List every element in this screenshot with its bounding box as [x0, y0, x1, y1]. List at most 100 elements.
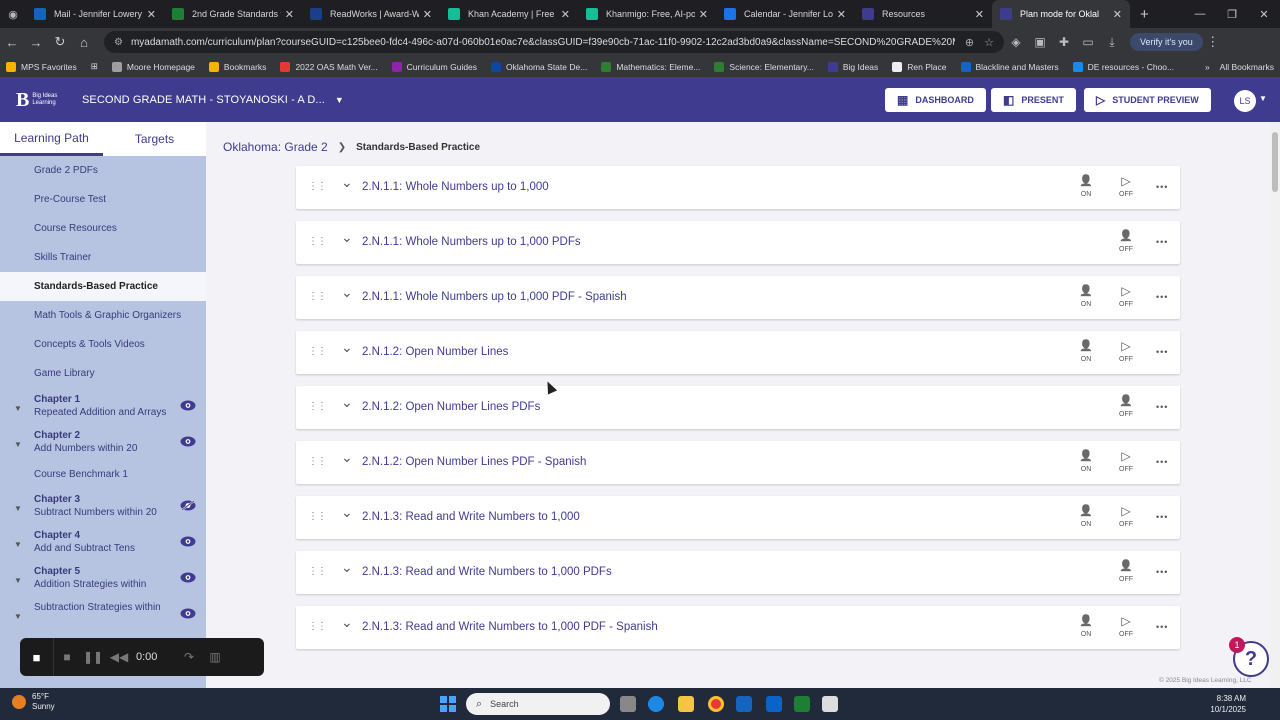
chevron-down-icon[interactable]: ▼: [14, 574, 22, 587]
scrollbar[interactable]: [1270, 122, 1280, 688]
student-access-toggle[interactable]: 👤 ON: [1073, 614, 1099, 638]
sidebar-chapter[interactable]: ▼ Subtraction Strategies within: [0, 596, 206, 621]
practice-row[interactable]: ⋮⋮ ⌄ 2.N.1.2: Open Number Lines 👤 ON ▷ OFF •••: [296, 331, 1180, 374]
drag-handle-icon[interactable]: ⋮⋮: [308, 291, 327, 302]
practice-title[interactable]: 2.N.1.3: Read and Write Numbers to 1,000…: [362, 566, 612, 578]
student-access-toggle[interactable]: 👤 ON: [1073, 174, 1099, 198]
dashboard-button[interactable]: ▦ DASHBOARD: [885, 88, 986, 112]
sidebar-chapter[interactable]: ▼ Chapter 4 Add and Subtract Tens: [0, 524, 206, 560]
chevron-down-icon[interactable]: ▼: [14, 438, 22, 451]
camera-icon[interactable]: ■: [20, 638, 54, 676]
windows-start-icon[interactable]: [440, 696, 456, 712]
browser-tab[interactable]: Mail - Jennifer Lowery - O ✕: [26, 0, 164, 28]
more-options-icon[interactable]: •••: [1156, 622, 1168, 632]
browser-menu-icon[interactable]: ⋮: [1203, 34, 1223, 50]
stop-icon[interactable]: ■: [54, 650, 80, 664]
browser-tab[interactable]: Khan Academy | Free O ✕: [440, 0, 578, 28]
bookmark-item[interactable]: Moore Homepage: [111, 61, 195, 72]
eye-icon[interactable]: [180, 608, 196, 619]
chevron-down-icon[interactable]: ⌄: [341, 559, 353, 576]
all-bookmarks[interactable]: » All Bookmarks: [1205, 62, 1274, 72]
clock[interactable]: 8:38 AM 10/1/2025: [1206, 693, 1246, 715]
student-access-toggle[interactable]: 👤 ON: [1073, 339, 1099, 363]
practice-title[interactable]: 2.N.1.1: Whole Numbers up to 1,000: [362, 181, 549, 193]
practice-title[interactable]: 2.N.1.3: Read and Write Numbers to 1,000: [362, 511, 580, 523]
trash-icon[interactable]: ▥: [202, 650, 228, 664]
word-icon[interactable]: [736, 696, 752, 712]
drag-handle-icon[interactable]: ⋮⋮: [308, 456, 327, 467]
site-info-icon[interactable]: ⚙: [114, 37, 123, 48]
drag-handle-icon[interactable]: ⋮⋮: [308, 401, 327, 412]
chevron-down-icon[interactable]: ▼: [14, 402, 22, 415]
close-tab-icon[interactable]: ✕: [285, 8, 294, 21]
tab-targets[interactable]: Targets: [103, 122, 206, 156]
weather-widget[interactable]: 65°F Sunny: [12, 692, 55, 712]
chevron-down-icon[interactable]: ⌄: [341, 339, 353, 356]
sidebar-item[interactable]: Standards-Based Practice: [0, 272, 206, 301]
forward-icon[interactable]: →: [24, 35, 48, 50]
bookmark-item[interactable]: Big Ideas: [827, 61, 878, 72]
bookmark-item[interactable]: 2022 OAS Math Ver...: [280, 61, 378, 72]
apps-grid-icon[interactable]: ⊞: [91, 61, 98, 72]
practice-title[interactable]: 2.N.1.2: Open Number Lines: [362, 346, 508, 358]
outlook-icon[interactable]: [766, 696, 782, 712]
minimize-icon[interactable]: —: [1184, 8, 1216, 21]
bookmark-star-icon[interactable]: ☆: [984, 36, 994, 49]
bookmark-item[interactable]: MPS Favorites: [6, 61, 77, 72]
tab-search-icon[interactable]: ◉: [0, 0, 26, 28]
avatar[interactable]: LS: [1234, 90, 1256, 112]
close-tab-icon[interactable]: ✕: [1113, 8, 1122, 21]
close-tab-icon[interactable]: ✕: [837, 8, 846, 21]
rewind-icon[interactable]: ◀◀: [106, 650, 132, 664]
profile-verify-button[interactable]: Verify it's you: [1130, 33, 1203, 51]
extension-icon[interactable]: ◈: [1004, 35, 1028, 49]
chevron-down-icon[interactable]: ▼: [1259, 94, 1267, 103]
eye-icon[interactable]: [180, 536, 196, 547]
scrollbar-thumb[interactable]: [1272, 132, 1278, 192]
zoom-icon[interactable]: ⊕: [965, 36, 974, 49]
more-options-icon[interactable]: •••: [1156, 292, 1168, 302]
close-tab-icon[interactable]: ✕: [147, 8, 156, 21]
sidebar-item[interactable]: Grade 2 PDFs: [0, 156, 206, 185]
more-options-icon[interactable]: •••: [1156, 402, 1168, 412]
practice-title[interactable]: 2.N.1.2: Open Number Lines PDFs: [362, 401, 540, 413]
practice-title[interactable]: 2.N.1.1: Whole Numbers up to 1,000 PDF -…: [362, 291, 627, 303]
more-options-icon[interactable]: •••: [1156, 182, 1168, 192]
sidebar-chapter[interactable]: ▼ Chapter 1 Repeated Addition and Arrays: [0, 388, 206, 424]
home-icon[interactable]: ⌂: [72, 35, 96, 50]
bookmark-item[interactable]: Mathematics: Eleme...: [601, 61, 700, 72]
maximize-icon[interactable]: ❐: [1216, 8, 1248, 21]
chevron-down-icon[interactable]: ▼: [14, 538, 22, 551]
more-options-icon[interactable]: •••: [1156, 567, 1168, 577]
chevron-down-icon[interactable]: ⌄: [341, 229, 353, 246]
practice-title[interactable]: 2.N.1.3: Read and Write Numbers to 1,000…: [362, 621, 658, 633]
sidebar-chapter[interactable]: ▼ Chapter 2 Add Numbers within 20: [0, 424, 206, 460]
new-tab-button[interactable]: +: [1130, 6, 1159, 23]
bookmark-item[interactable]: DE resources - Choo...: [1072, 61, 1174, 72]
eye-icon[interactable]: [180, 572, 196, 583]
eye-icon[interactable]: [180, 400, 196, 411]
drag-handle-icon[interactable]: ⋮⋮: [308, 181, 327, 192]
bookmark-item[interactable]: Oklahoma State De...: [491, 61, 587, 72]
present-toggle[interactable]: ▷ OFF: [1113, 449, 1139, 473]
browser-tab[interactable]: ReadWorks | Award-Win ✕: [302, 0, 440, 28]
practice-row[interactable]: ⋮⋮ ⌄ 2.N.1.1: Whole Numbers up to 1,000 PD…: [296, 276, 1180, 319]
practice-row[interactable]: ⋮⋮ ⌄ 2.N.1.2: Open Number Lines PDFs 👤 OFF ••…: [296, 386, 1180, 429]
chevron-down-icon[interactable]: ⌄: [341, 394, 353, 411]
bookmark-item[interactable]: Science: Elementary...: [714, 61, 814, 72]
student-access-toggle[interactable]: 👤 OFF: [1113, 229, 1139, 253]
more-bookmarks-icon[interactable]: »: [1205, 62, 1210, 72]
drag-handle-icon[interactable]: ⋮⋮: [308, 236, 327, 247]
sidebar-item[interactable]: Skills Trainer: [0, 243, 206, 272]
practice-row[interactable]: ⋮⋮ ⌄ 2.N.1.1: Whole Numbers up to 1,000 PD…: [296, 221, 1180, 264]
drag-handle-icon[interactable]: ⋮⋮: [308, 566, 327, 577]
tab-learning-path[interactable]: Learning Path: [0, 122, 103, 156]
address-bar[interactable]: ⚙ myadamath.com/curriculum/plan?courseGU…: [104, 31, 1004, 53]
side-panel-icon[interactable]: ▭: [1076, 35, 1100, 49]
chevron-down-icon[interactable]: ⌄: [341, 614, 353, 631]
present-button[interactable]: ◧ PRESENT: [991, 88, 1076, 112]
drag-handle-icon[interactable]: ⋮⋮: [308, 511, 327, 522]
taskbar-search[interactable]: ⌕ Search: [466, 693, 610, 715]
practice-row[interactable]: ⋮⋮ ⌄ 2.N.1.2: Open Number Lines PDF - Span…: [296, 441, 1180, 484]
close-tab-icon[interactable]: ✕: [561, 8, 570, 21]
